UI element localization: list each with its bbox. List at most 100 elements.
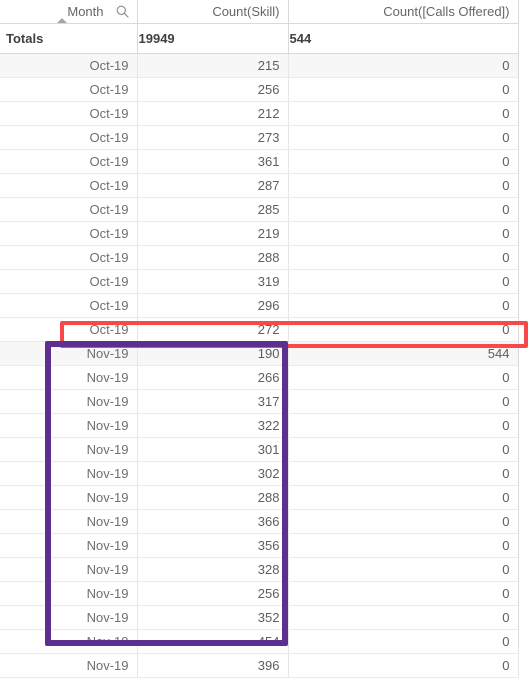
cell-count-calls-offered[interactable]: 0 [288,101,519,126]
cell-count-calls-offered[interactable]: 0 [288,533,519,558]
cell-count-skill[interactable]: 256 [137,77,289,102]
cell-count-calls-offered[interactable]: 0 [288,413,519,438]
table-row[interactable]: Oct-19 361 0 [0,149,519,174]
table-row[interactable]: Nov-19 317 0 [0,389,519,414]
cell-month[interactable]: Nov-19 [0,437,138,462]
cell-count-calls-offered[interactable]: 0 [288,365,519,390]
cell-month[interactable]: Oct-19 [0,221,138,246]
cell-count-calls-offered[interactable]: 0 [288,557,519,582]
cell-count-skill[interactable]: 366 [137,509,289,534]
cell-count-skill[interactable]: 287 [137,173,289,198]
cell-count-skill[interactable]: 272 [137,317,289,342]
cell-count-skill[interactable]: 296 [137,293,289,318]
cell-count-calls-offered[interactable]: 0 [288,197,519,222]
cell-month[interactable]: Nov-19 [0,413,138,438]
table-row[interactable]: Nov-19 266 0 [0,365,519,390]
cell-count-calls-offered[interactable]: 0 [288,293,519,318]
table-row[interactable]: Oct-19 296 0 [0,293,519,318]
cell-count-calls-offered[interactable]: 0 [288,245,519,270]
table-row[interactable]: Oct-19 219 0 [0,221,519,246]
cell-count-skill[interactable]: 328 [137,557,289,582]
table-row[interactable]: Oct-19 212 0 [0,101,519,126]
table-row[interactable]: Nov-19 256 0 [0,581,519,606]
cell-count-skill[interactable]: 266 [137,365,289,390]
cell-count-calls-offered[interactable]: 0 [288,389,519,414]
cell-count-calls-offered[interactable]: 0 [288,149,519,174]
cell-count-skill[interactable]: 215 [137,53,289,78]
cell-count-calls-offered[interactable]: 0 [288,485,519,510]
cell-count-skill[interactable]: 356 [137,533,289,558]
cell-count-skill[interactable]: 301 [137,437,289,462]
cell-month[interactable]: Nov-19 [0,389,138,414]
cell-month[interactable]: Oct-19 [0,77,138,102]
table-row[interactable]: Nov-19 288 0 [0,485,519,510]
table-row[interactable]: Nov-19 190 544 [0,341,519,366]
table-row[interactable]: Oct-19 256 0 [0,77,519,102]
cell-count-calls-offered[interactable]: 0 [288,173,519,198]
cell-count-calls-offered[interactable]: 0 [288,461,519,486]
column-header-count-skill[interactable]: Count(Skill) [137,0,289,24]
search-icon[interactable] [116,5,129,18]
cell-month[interactable]: Nov-19 [0,581,138,606]
cell-count-calls-offered[interactable]: 0 [288,581,519,606]
column-header-month[interactable]: Month [0,0,138,24]
cell-month[interactable]: Oct-19 [0,125,138,150]
cell-count-calls-offered[interactable]: 0 [288,221,519,246]
cell-count-skill[interactable]: 396 [137,653,289,678]
cell-count-skill[interactable]: 361 [137,149,289,174]
cell-month[interactable]: Oct-19 [0,245,138,270]
cell-count-calls-offered[interactable]: 0 [288,509,519,534]
table-row[interactable]: Oct-19 215 0 [0,53,519,78]
table-row[interactable]: Nov-19 454 0 [0,629,519,654]
cell-count-calls-offered[interactable]: 0 [288,77,519,102]
cell-count-skill[interactable]: 285 [137,197,289,222]
cell-month[interactable]: Oct-19 [0,269,138,294]
cell-count-skill[interactable]: 319 [137,269,289,294]
table-row[interactable]: Nov-19 301 0 [0,437,519,462]
cell-month[interactable]: Nov-19 [0,629,138,654]
cell-count-skill[interactable]: 288 [137,485,289,510]
cell-count-calls-offered[interactable]: 0 [288,53,519,78]
table-row[interactable]: Nov-19 352 0 [0,605,519,630]
table-row[interactable]: Nov-19 366 0 [0,509,519,534]
cell-month[interactable]: Nov-19 [0,509,138,534]
cell-count-calls-offered[interactable]: 0 [288,605,519,630]
cell-month[interactable]: Nov-19 [0,461,138,486]
cell-count-calls-offered[interactable]: 0 [288,317,519,342]
cell-count-skill[interactable]: 219 [137,221,289,246]
cell-month[interactable]: Oct-19 [0,149,138,174]
cell-month[interactable]: Oct-19 [0,317,138,342]
cell-count-calls-offered[interactable]: 544 [288,341,519,366]
cell-month[interactable]: Nov-19 [0,533,138,558]
cell-count-skill[interactable]: 352 [137,605,289,630]
cell-count-calls-offered[interactable]: 0 [288,629,519,654]
table-row[interactable]: Oct-19 285 0 [0,197,519,222]
cell-month[interactable]: Nov-19 [0,365,138,390]
column-header-count-calls-offered[interactable]: Count([Calls Offered]) [288,0,519,24]
cell-count-skill[interactable]: 322 [137,413,289,438]
table-row[interactable]: Nov-19 328 0 [0,557,519,582]
table-row[interactable]: Oct-19 288 0 [0,245,519,270]
cell-count-skill[interactable]: 454 [137,629,289,654]
cell-month[interactable]: Oct-19 [0,101,138,126]
cell-month[interactable]: Nov-19 [0,557,138,582]
table-row[interactable]: Oct-19 272 0 [0,317,519,342]
table-row[interactable]: Nov-19 356 0 [0,533,519,558]
cell-count-calls-offered[interactable]: 0 [288,437,519,462]
cell-month[interactable]: Nov-19 [0,485,138,510]
cell-month[interactable]: Oct-19 [0,53,138,78]
cell-count-skill[interactable]: 288 [137,245,289,270]
cell-count-calls-offered[interactable]: 0 [288,653,519,678]
table-row[interactable]: Nov-19 322 0 [0,413,519,438]
table-row[interactable]: Oct-19 319 0 [0,269,519,294]
table-row[interactable]: Oct-19 273 0 [0,125,519,150]
cell-month[interactable]: Oct-19 [0,293,138,318]
cell-month[interactable]: Oct-19 [0,197,138,222]
cell-count-skill[interactable]: 212 [137,101,289,126]
table-row[interactable]: Nov-19 302 0 [0,461,519,486]
cell-count-skill[interactable]: 256 [137,581,289,606]
cell-month[interactable]: Nov-19 [0,605,138,630]
cell-month[interactable]: Nov-19 [0,341,138,366]
cell-count-skill[interactable]: 273 [137,125,289,150]
cell-month[interactable]: Nov-19 [0,653,138,678]
